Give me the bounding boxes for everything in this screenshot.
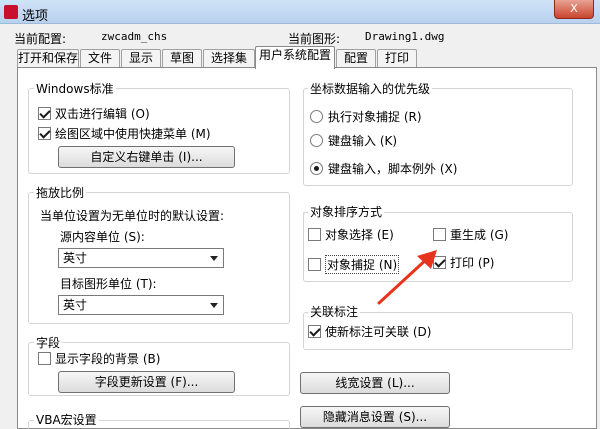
close-button[interactable]: X	[554, 0, 594, 19]
sort-object-selection-checkbox[interactable]: 对象选择 (E)	[308, 226, 394, 243]
tab-selection[interactable]: 选择集	[203, 49, 255, 68]
drag-scale-description: 当单位设置为无单位时的默认设置:	[40, 209, 225, 223]
radio-object-snap-label: 执行对象捕捉 (R)	[328, 110, 422, 124]
tab-display[interactable]: 显示	[121, 49, 161, 68]
annotation-arrow-icon	[377, 250, 437, 305]
assoc-dim-title: 关联标注	[308, 303, 361, 320]
fields-title: 字段	[34, 334, 63, 351]
hidden-message-settings-button[interactable]: 隐藏消息设置 (S)...	[300, 406, 450, 428]
double-click-edit-label: 双击进行编辑 (O)	[55, 107, 150, 121]
radio-unselected-icon	[310, 134, 323, 147]
source-units-label: 源内容单位 (S):	[60, 230, 145, 244]
lineweight-settings-button[interactable]: 线宽设置 (L)...	[300, 372, 450, 394]
sort-object-selection-label: 对象选择 (E)	[325, 228, 394, 242]
target-units-label: 目标图形单位 (T):	[60, 277, 157, 291]
sort-print-label: 打印 (P)	[450, 256, 495, 270]
title-bar: 选项 X	[0, 0, 600, 24]
source-units-value: 英寸	[63, 251, 88, 265]
checkbox-unchecked-icon	[308, 258, 321, 271]
app-icon	[4, 5, 18, 19]
radio-keyboard-entry[interactable]: 键盘输入 (K)	[310, 132, 397, 149]
vba-title: VBA宏设置	[34, 411, 99, 428]
checkbox-checked-icon	[308, 325, 321, 338]
tab-profiles[interactable]: 配置	[336, 49, 376, 68]
show-field-bg-label: 显示字段的背景 (B)	[55, 352, 161, 366]
checkbox-unchecked-icon	[308, 228, 321, 241]
checkbox-checked-icon	[38, 127, 51, 140]
shortcut-menu-checkbox[interactable]: 绘图区域中使用快捷菜单 (M)	[38, 125, 211, 142]
chevron-down-icon	[210, 256, 218, 261]
checkbox-unchecked-icon	[38, 352, 51, 365]
target-units-select[interactable]: 英寸	[58, 295, 224, 315]
drag-scale-title: 拖放比例	[34, 184, 87, 201]
current-drawing-value: Drawing1.dwg	[365, 30, 445, 43]
custom-right-click-button[interactable]: 自定义右键单击 (I)...	[58, 146, 235, 168]
current-drawing-label: 当前图形:	[288, 32, 341, 46]
checkbox-checked-icon	[38, 107, 51, 120]
radio-keyboard-except-scripts[interactable]: 键盘输入，脚本例外 (X)	[310, 160, 457, 177]
checkbox-unchecked-icon	[433, 228, 446, 241]
windows-standard-title: Windows标准	[34, 80, 116, 97]
tab-plot[interactable]: 打印	[377, 49, 417, 68]
coord-priority-title: 坐标数据输入的优先级	[308, 80, 433, 97]
show-field-bg-checkbox[interactable]: 显示字段的背景 (B)	[38, 350, 160, 367]
new-assoc-dim-checkbox[interactable]: 使新标注可关联 (D)	[308, 323, 431, 340]
sort-regen-label: 重生成 (G)	[450, 228, 509, 242]
target-units-value: 英寸	[63, 298, 88, 312]
source-units-select[interactable]: 英寸	[58, 248, 224, 268]
chevron-down-icon	[210, 303, 218, 308]
tab-drafting[interactable]: 草图	[162, 49, 202, 68]
double-click-edit-checkbox[interactable]: 双击进行编辑 (O)	[38, 105, 150, 122]
tab-files[interactable]: 文件	[80, 49, 120, 68]
sort-regen-checkbox[interactable]: 重生成 (G)	[433, 226, 508, 243]
radio-unselected-icon	[310, 110, 323, 123]
radio-object-snap[interactable]: 执行对象捕捉 (R)	[310, 108, 422, 125]
current-config-label: 当前配置:	[14, 32, 67, 46]
tab-user-preferences[interactable]: 用户系统配置	[255, 46, 335, 69]
tab-bar: 打开和保存 文件 显示 草图 选择集 用户系统配置 配置 打印	[17, 46, 597, 69]
config-info-bar: 当前配置: zwcadm_chs 当前图形: Drawing1.dwg	[0, 26, 600, 46]
new-assoc-dim-label: 使新标注可关联 (D)	[325, 325, 432, 339]
radio-selected-icon	[310, 162, 323, 175]
object-sort-title: 对象排序方式	[308, 203, 385, 220]
tab-open-save[interactable]: 打开和保存	[17, 49, 79, 68]
window-title: 选项	[22, 9, 49, 24]
current-config-value: zwcadm_chs	[101, 30, 168, 43]
field-update-settings-button[interactable]: 字段更新设置 (F)...	[58, 371, 235, 393]
radio-keyboard-except-scripts-label: 键盘输入，脚本例外 (X)	[328, 162, 458, 176]
user-preferences-panel: Windows标准 双击进行编辑 (O) 绘图区域中使用快捷菜单 (M) 自定义…	[17, 67, 597, 429]
shortcut-menu-label: 绘图区域中使用快捷菜单 (M)	[55, 127, 211, 141]
radio-keyboard-entry-label: 键盘输入 (K)	[328, 134, 398, 148]
